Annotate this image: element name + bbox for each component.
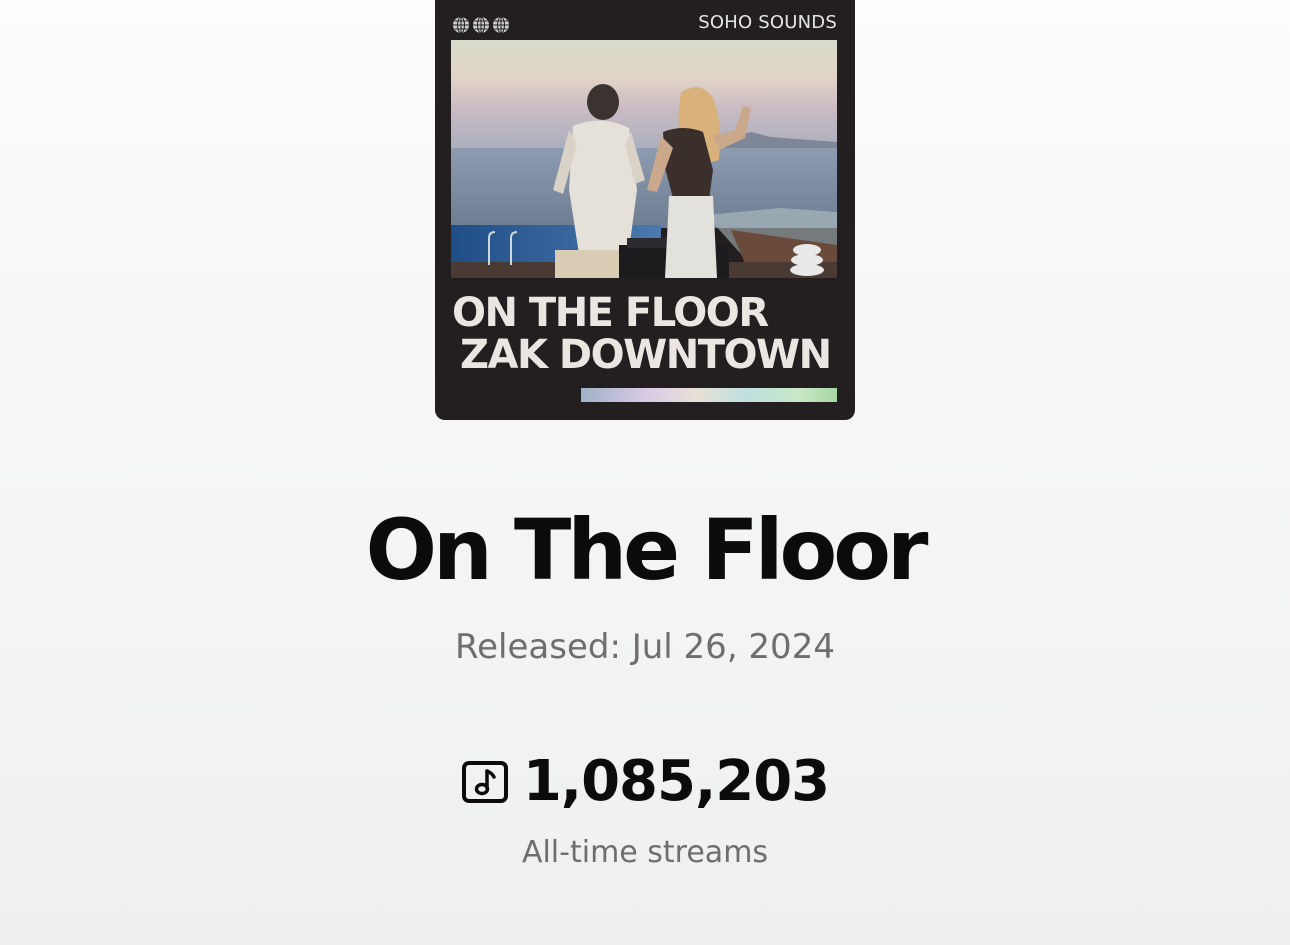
cover-artist: ZAK DOWNTOWN [460, 332, 832, 378]
globe-icon [493, 16, 509, 34]
cover-gradient-bar [581, 388, 837, 402]
globe-icon [473, 16, 489, 34]
cover-label: SOHO SOUNDS [698, 12, 837, 33]
globe-icon [453, 16, 469, 34]
album-cover: SOHO SOUNDS ON THE FLOOR ZAK DOWNTOWN [435, 0, 855, 420]
cover-title: ON THE FLOOR [452, 290, 769, 336]
released-date: Jul 26, 2024 [631, 627, 835, 667]
streams-label: All-time streams [521, 835, 769, 870]
cover-logo [452, 16, 510, 34]
track-title: On The Floor [365, 501, 929, 599]
streams-count: 1,085,203 [522, 749, 830, 814]
released-label: Released: [455, 627, 621, 667]
streams-row: 1,085,203 [0, 748, 1290, 816]
release-info: Released: Jul 26, 2024 [0, 624, 1290, 670]
cover-photo [451, 40, 837, 278]
music-note-icon [461, 761, 508, 803]
